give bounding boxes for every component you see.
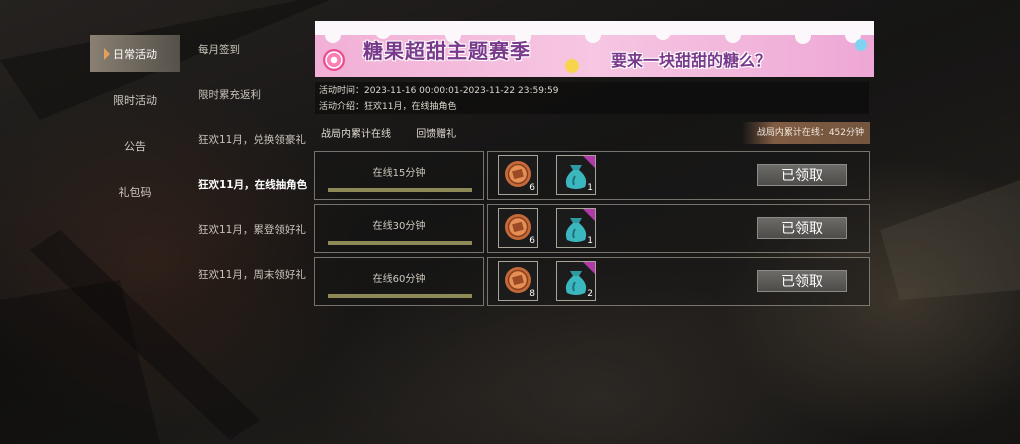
reward-item[interactable]: 2 bbox=[556, 261, 596, 301]
reward-item[interactable]: 6 bbox=[498, 155, 538, 195]
nav-item-announcement[interactable]: 公告 bbox=[90, 127, 180, 164]
banner-title: 糖果超甜主题赛季 bbox=[363, 39, 531, 63]
progress-bar bbox=[328, 241, 472, 245]
activity-label: 限时累充返利 bbox=[198, 89, 261, 101]
candy-icon bbox=[855, 39, 867, 51]
activity-item-weekend-rewards[interactable]: 狂欢11月，周末领好礼 bbox=[198, 252, 310, 297]
activity-label: 狂欢11月，在线抽角色 bbox=[198, 179, 308, 191]
milestone-label: 在线15分钟 bbox=[372, 168, 426, 179]
reward-row: 在线15分钟 6 1 已领取 bbox=[314, 151, 870, 200]
event-banner: 糖果超甜主题赛季 要来一块甜甜的糖么？ bbox=[315, 21, 874, 77]
activity-label: 每月签到 bbox=[198, 44, 240, 56]
nav-item-label: 限时活动 bbox=[113, 93, 157, 107]
progress-fill bbox=[328, 294, 472, 298]
tab-feedback-gift[interactable]: 回馈赠礼 bbox=[416, 129, 456, 140]
reward-item[interactable]: 1 bbox=[556, 155, 596, 195]
activity-item-monthly-signin[interactable]: 每月签到 bbox=[198, 27, 310, 72]
reward-item[interactable]: 6 bbox=[498, 208, 538, 248]
reward-item[interactable]: 8 bbox=[498, 261, 538, 301]
lollipop-icon bbox=[323, 49, 345, 71]
nav-item-daily[interactable]: 日常活动 bbox=[90, 35, 180, 72]
nav-item-label: 日常活动 bbox=[113, 47, 157, 61]
milestone-cell: 在线30分钟 bbox=[314, 204, 484, 253]
activity-description: 活动介绍：狂欢11月，在线抽角色 bbox=[319, 102, 457, 112]
nav-item-giftcode[interactable]: 礼包码 bbox=[90, 173, 180, 210]
milestone-label: 在线30分钟 bbox=[372, 221, 426, 232]
reward-count: 6 bbox=[529, 236, 535, 246]
reward-tabs: 战局内累计在线 回馈赠礼 bbox=[321, 125, 478, 140]
nav-item-limited[interactable]: 限时活动 bbox=[90, 81, 180, 118]
reward-count: 8 bbox=[529, 289, 535, 299]
reward-count: 2 bbox=[587, 289, 593, 299]
reward-count: 6 bbox=[529, 183, 535, 193]
activity-time: 活动时间：2023-11-16 00:00:01-2023-11-22 23:5… bbox=[319, 86, 559, 96]
reward-row: 在线60分钟 8 2 已领取 bbox=[314, 257, 870, 306]
progress-bar bbox=[328, 294, 472, 298]
banner-subtitle: 要来一块甜甜的糖么？ bbox=[611, 51, 772, 70]
progress-bar bbox=[328, 188, 472, 192]
reward-row: 在线30分钟 6 1 已领取 bbox=[314, 204, 870, 253]
claimed-button[interactable]: 已领取 bbox=[757, 270, 847, 292]
total-online-badge: 战局内累计在线：452分钟 bbox=[742, 122, 870, 144]
category-nav: 日常活动 限时活动 公告 礼包码 bbox=[90, 35, 180, 219]
claimed-button[interactable]: 已领取 bbox=[757, 217, 847, 239]
milestone-cell: 在线15分钟 bbox=[314, 151, 484, 200]
activity-label: 狂欢11月，兑换领豪礼 bbox=[198, 134, 306, 146]
progress-fill bbox=[328, 241, 472, 245]
activity-item-online-draw[interactable]: 狂欢11月，在线抽角色 bbox=[198, 162, 310, 207]
progress-fill bbox=[328, 188, 472, 192]
activity-item-recharge-rebate[interactable]: 限时累充返利 bbox=[198, 72, 310, 117]
nav-item-label: 礼包码 bbox=[118, 185, 152, 199]
candy-icon bbox=[565, 59, 579, 73]
claimed-button[interactable]: 已领取 bbox=[757, 164, 847, 186]
selected-arrow-icon bbox=[104, 48, 110, 60]
milestone-label: 在线60分钟 bbox=[372, 274, 426, 285]
reward-count: 1 bbox=[587, 236, 593, 246]
reward-count: 1 bbox=[587, 183, 593, 193]
activity-item-login-rewards[interactable]: 狂欢11月，累登领好礼 bbox=[198, 207, 310, 252]
activity-label: 狂欢11月，周末领好礼 bbox=[198, 269, 306, 281]
activity-item-exchange[interactable]: 狂欢11月，兑换领豪礼 bbox=[198, 117, 310, 162]
milestone-cell: 在线60分钟 bbox=[314, 257, 484, 306]
nav-item-label: 公告 bbox=[124, 139, 146, 153]
activity-label: 狂欢11月，累登领好礼 bbox=[198, 224, 306, 236]
activity-list: 每月签到 限时累充返利 狂欢11月，兑换领豪礼 狂欢11月，在线抽角色 狂欢11… bbox=[198, 27, 310, 297]
rarity-corner bbox=[583, 156, 595, 168]
reward-item[interactable]: 1 bbox=[556, 208, 596, 248]
rarity-corner bbox=[583, 209, 595, 221]
tab-online-time[interactable]: 战局内累计在线 bbox=[321, 129, 391, 140]
rarity-corner bbox=[583, 262, 595, 274]
activity-info: 活动时间：2023-11-16 00:00:01-2023-11-22 23:5… bbox=[315, 82, 869, 114]
